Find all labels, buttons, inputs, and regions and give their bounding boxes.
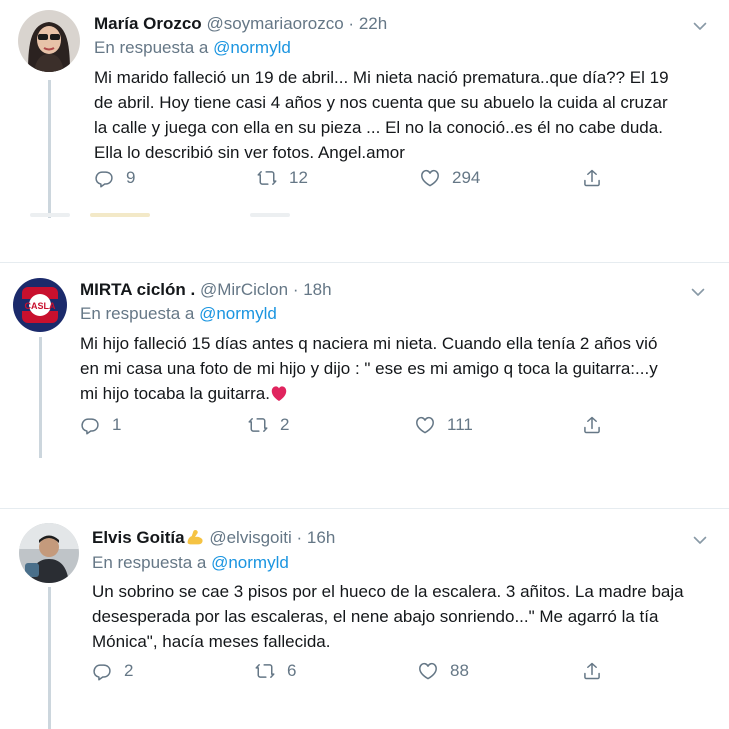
reply-icon (94, 168, 114, 188)
mention-link[interactable]: @normyld (213, 38, 291, 57)
reply-button[interactable]: 9 (94, 168, 135, 188)
tweet-card[interactable]: CASLA MIRTA ciclón . @MirCiclon · 18h En… (0, 262, 729, 458)
tweet-header: MIRTA ciclón . @MirCiclon · 18h (80, 280, 332, 300)
flexed-biceps-emoji (187, 530, 203, 545)
retweet-count: 2 (280, 415, 290, 434)
reply-button[interactable]: 2 (92, 661, 133, 681)
tweet-header: María Orozco @soymariaorozco · 22h (94, 14, 387, 34)
separator: · (292, 280, 299, 299)
tweet-card[interactable]: Elvis Goitía @elvisgoiti · 16h En respue… (0, 508, 729, 729)
tweet-line: Mi hijo falleció 15 días antes q naciera… (80, 334, 658, 353)
chevron-down-icon[interactable] (692, 532, 708, 548)
thread-line (39, 337, 42, 458)
reply-context: En respuesta a @normyld (80, 304, 277, 324)
reply-prefix: En respuesta a (80, 304, 195, 323)
heart-icon (418, 661, 438, 681)
avatar[interactable] (18, 10, 80, 72)
tweet-actions: 1 2 111 (80, 415, 610, 439)
like-count: 294 (452, 168, 481, 187)
retweet-icon (257, 168, 277, 188)
cropped-row (250, 213, 290, 217)
reply-prefix: En respuesta a (92, 553, 207, 572)
retweet-count: 12 (289, 168, 308, 187)
heart-icon (420, 168, 440, 188)
reply-icon (80, 415, 100, 435)
tweet-line: desesperada por las escaleras, el nene a… (92, 607, 659, 626)
retweet-button[interactable]: 6 (255, 661, 296, 681)
tweet-header: Elvis Goitía @elvisgoiti · 16h (92, 528, 335, 548)
reply-icon (92, 661, 112, 681)
user-handle[interactable]: @MirCiclon (200, 280, 288, 299)
retweet-button[interactable]: 12 (257, 168, 308, 188)
tweet-actions: 2 6 88 (92, 661, 612, 685)
user-handle[interactable]: @elvisgoiti (209, 528, 291, 547)
avatar[interactable] (19, 523, 79, 583)
cropped-row (30, 213, 70, 217)
share-button[interactable] (582, 168, 602, 188)
timestamp[interactable]: 18h (303, 280, 331, 299)
separator: · (348, 14, 355, 33)
tweet-text: Un sobrino se cae 3 pisos por el hueco d… (92, 579, 684, 654)
share-button[interactable] (582, 415, 602, 435)
svg-text:CASLA: CASLA (25, 301, 56, 311)
cropped-row (90, 213, 150, 217)
tweet-line: Mi marido falleció un 19 de abril... Mi … (94, 68, 669, 87)
reply-count: 9 (126, 168, 136, 187)
retweet-icon (255, 661, 275, 681)
red-heart-emoji (271, 386, 287, 401)
retweet-icon (248, 415, 268, 435)
thread-line (48, 80, 51, 218)
tweet-text: Mi hijo falleció 15 días antes q naciera… (80, 331, 658, 406)
separator: · (296, 528, 303, 547)
reply-count: 2 (124, 661, 134, 680)
tweet-line: de abril. Hoy tiene casi 4 años y nos cu… (94, 93, 668, 112)
mention-link[interactable]: @normyld (199, 304, 277, 323)
reply-prefix: En respuesta a (94, 38, 209, 57)
share-icon (582, 661, 602, 681)
like-button[interactable]: 111 (415, 415, 473, 435)
reply-button[interactable]: 1 (80, 415, 121, 435)
reply-context: En respuesta a @normyld (94, 38, 291, 58)
timestamp[interactable]: 16h (307, 528, 335, 547)
tweet-line: en mi casa una foto de mi hijo y dijo : … (80, 359, 658, 378)
tweet-card[interactable]: María Orozco @soymariaorozco · 22h En re… (0, 0, 729, 218)
chevron-down-icon[interactable] (692, 18, 708, 34)
retweet-count: 6 (287, 661, 297, 680)
avatar[interactable]: CASLA (12, 277, 68, 333)
tweet-line: Un sobrino se cae 3 pisos por el hueco d… (92, 582, 684, 601)
display-name[interactable]: Elvis Goitía (92, 528, 185, 547)
tweet-line: mi hijo tocaba la guitarra. (80, 384, 270, 403)
tweet-line: la calle y juega con ella en su pieza ..… (94, 118, 663, 137)
reply-count: 1 (112, 415, 122, 434)
tweet-text: Mi marido falleció un 19 de abril... Mi … (94, 65, 669, 165)
tweet-line: Ella lo describió sin ver fotos. Angel.a… (94, 143, 405, 162)
timestamp[interactable]: 22h (359, 14, 387, 33)
share-icon (582, 415, 602, 435)
share-button[interactable] (582, 661, 602, 681)
like-count: 88 (450, 661, 469, 680)
display-name[interactable]: MIRTA ciclón . (80, 280, 195, 299)
tweet-line-with-emoji: mi hijo tocaba la guitarra. (80, 381, 658, 406)
tweet-line: Mónica", hacía meses fallecida. (92, 632, 331, 651)
heart-icon (415, 415, 435, 435)
chevron-down-icon[interactable] (690, 284, 706, 300)
thread-line (48, 587, 51, 729)
share-icon (582, 168, 602, 188)
user-handle[interactable]: @soymariaorozco (206, 14, 343, 33)
retweet-button[interactable]: 2 (248, 415, 289, 435)
reply-context: En respuesta a @normyld (92, 553, 289, 573)
like-count: 111 (447, 415, 473, 434)
mention-link[interactable]: @normyld (211, 553, 289, 572)
tweet-actions: 9 12 294 (94, 168, 614, 192)
like-button[interactable]: 88 (418, 661, 469, 681)
display-name[interactable]: María Orozco (94, 14, 202, 33)
like-button[interactable]: 294 (420, 168, 480, 188)
